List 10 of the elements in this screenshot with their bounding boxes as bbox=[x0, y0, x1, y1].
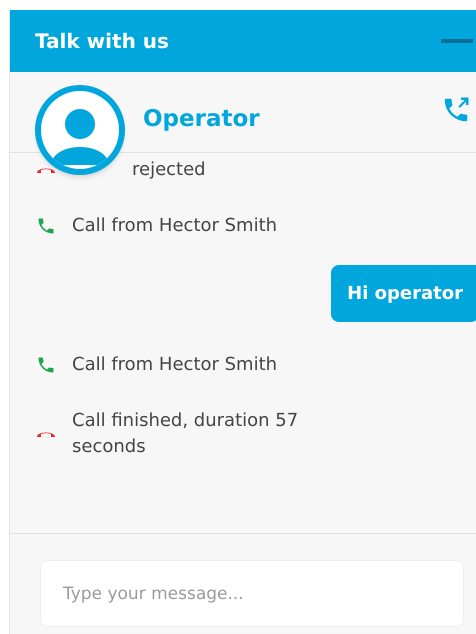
chat-title: Talk with us bbox=[35, 28, 169, 55]
phone-icon bbox=[36, 355, 56, 375]
agent-name: Operator bbox=[143, 104, 260, 134]
call-event-text: Call from Hector Smith bbox=[72, 214, 278, 238]
call-event-text: Call finished, duration 57 seconds bbox=[72, 409, 300, 459]
call-event-text: rejected bbox=[132, 158, 206, 182]
message-bubble: Hi operator bbox=[331, 265, 476, 322]
message-input[interactable]: Type your message... bbox=[40, 560, 464, 627]
call-event-text: Call from Hector Smith bbox=[72, 353, 278, 377]
phone-icon bbox=[36, 216, 56, 236]
